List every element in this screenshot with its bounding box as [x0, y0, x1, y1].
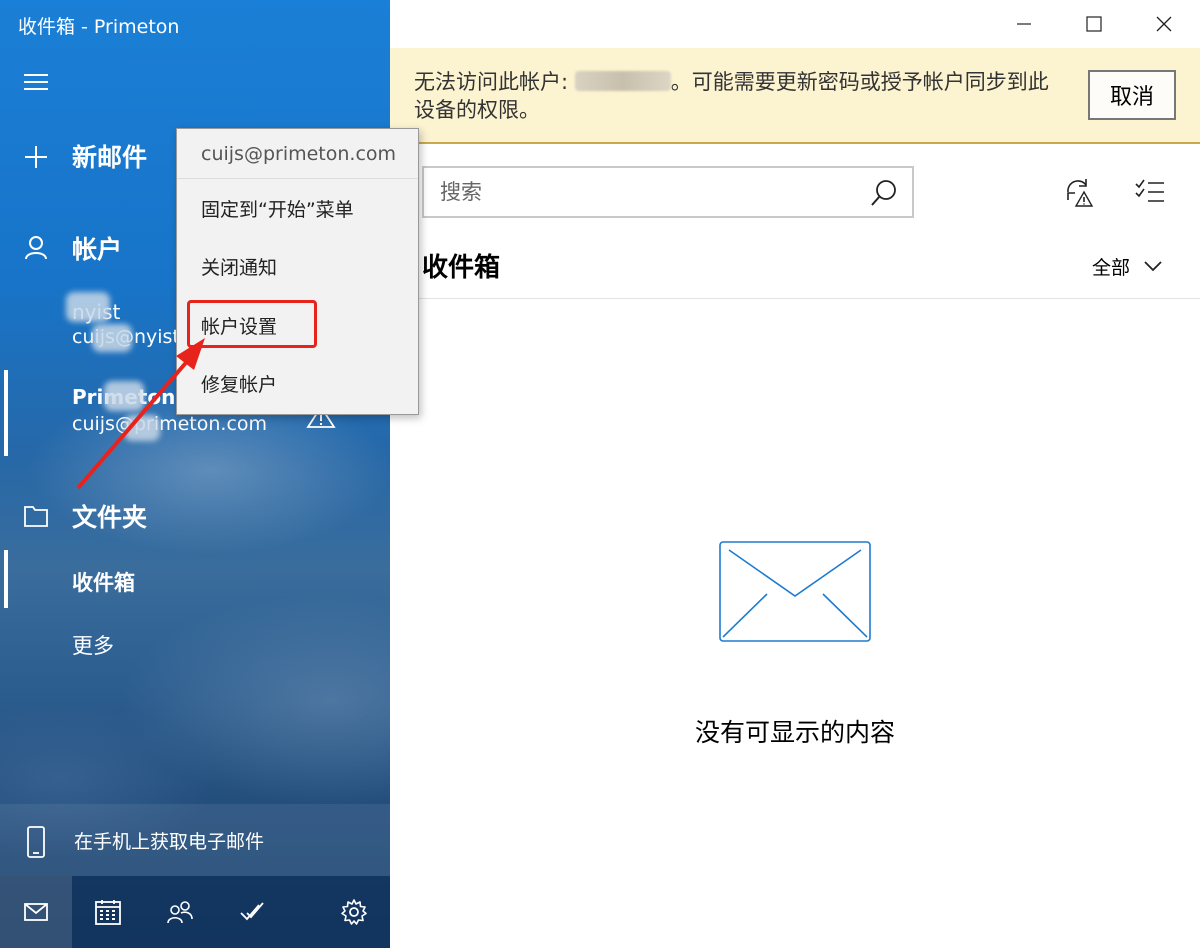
phone-icon [27, 826, 45, 858]
search-icon[interactable] [870, 179, 898, 207]
folder-title: 收件箱 [422, 253, 501, 283]
settings-button[interactable] [318, 876, 390, 948]
mail-icon [24, 903, 48, 921]
account-context-menu: cuijs@primeton.com 固定到“开始”菜单 关闭通知 帐户设置 修… [176, 128, 419, 415]
folder-inbox[interactable]: 收件箱 [72, 567, 135, 597]
maximize-icon [1086, 16, 1102, 32]
close-icon [1156, 16, 1172, 32]
account-warning-banner: 无法访问此帐户: 。可能需要更新密码或授予帐户同步到此设备的权限。 取消 [390, 48, 1200, 144]
window-title: 收件箱 - Primeton [18, 16, 180, 38]
minimize-icon [1017, 23, 1031, 25]
menu-item-label: 帐户设置 [201, 316, 278, 338]
menu-item-turn-off-notifications[interactable]: 关闭通知 [177, 237, 418, 295]
warning-text-start: 无法访问此帐户: [414, 70, 575, 94]
redaction-blur [574, 71, 671, 91]
new-mail-label: 新邮件 [72, 143, 148, 172]
redaction-blur [92, 324, 132, 352]
folder-icon [24, 506, 48, 527]
checklist-icon [1135, 179, 1164, 202]
folder-more[interactable]: 更多 [72, 630, 114, 660]
get-mail-on-phone-label: 在手机上获取电子邮件 [74, 831, 265, 853]
account-email: cuijs@primeton.com [72, 413, 268, 435]
selection-mode-button[interactable] [1130, 172, 1170, 212]
mail-list-pane: 无法访问此帐户: 。可能需要更新密码或授予帐户同步到此设备的权限。 取消 收件箱… [390, 0, 1200, 948]
mail-button[interactable] [0, 876, 72, 948]
cancel-button[interactable]: 取消 [1088, 70, 1176, 120]
menu-item-label: 固定到“开始”菜单 [201, 199, 354, 221]
redaction-blur [104, 381, 144, 411]
menu-item-account-settings[interactable]: 帐户设置 [177, 296, 418, 354]
menu-item-pin-to-start[interactable]: 固定到“开始”菜单 [177, 179, 418, 237]
search-input[interactable] [440, 178, 840, 206]
context-menu-account-email: cuijs@primeton.com [201, 143, 397, 165]
close-button[interactable] [1130, 0, 1198, 48]
todo-icon [240, 902, 264, 921]
todo-button[interactable] [216, 876, 288, 948]
chevron-down-icon [1144, 261, 1162, 272]
calendar-icon [95, 900, 121, 925]
person-icon [25, 236, 47, 259]
menu-item-label: 关闭通知 [201, 257, 278, 279]
folder-selection-indicator [4, 550, 8, 608]
list-divider [390, 298, 1200, 299]
hamburger-menu-button[interactable] [24, 72, 48, 92]
empty-mail-icon [719, 541, 871, 642]
folders-header[interactable]: 文件夹 [0, 494, 390, 538]
people-icon [167, 901, 193, 924]
sync-warning-icon [1067, 179, 1094, 207]
app-switcher-bar [0, 876, 390, 948]
folders-label: 文件夹 [72, 503, 148, 532]
people-button[interactable] [144, 876, 216, 948]
menu-item-fix-account[interactable]: 修复帐户 [177, 354, 418, 412]
settings-icon [341, 899, 367, 925]
minimize-button[interactable] [990, 0, 1058, 48]
plus-icon [25, 146, 47, 168]
maximize-button[interactable] [1060, 0, 1128, 48]
filter-dropdown[interactable]: 全部 [1092, 252, 1162, 280]
accounts-label: 帐户 [72, 235, 123, 264]
get-mail-on-phone-button[interactable]: 在手机上获取电子邮件 [0, 804, 390, 876]
empty-state-message: 没有可显示的内容 [694, 718, 895, 747]
redaction-blur [66, 292, 110, 322]
filter-label: 全部 [1092, 256, 1131, 279]
sync-button[interactable] [1058, 172, 1098, 212]
search-box [422, 166, 914, 218]
redaction-blur [124, 415, 160, 441]
context-menu-header: cuijs@primeton.com [177, 129, 418, 179]
menu-item-label: 修复帐户 [201, 374, 278, 396]
calendar-button[interactable] [72, 876, 144, 948]
warning-message: 无法访问此帐户: 。可能需要更新密码或授予帐户同步到此设备的权限。 [414, 68, 1054, 124]
